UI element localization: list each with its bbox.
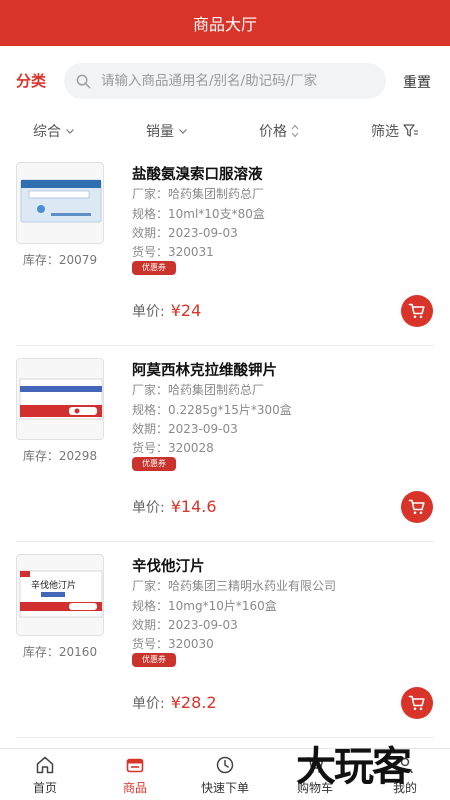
- tab-home[interactable]: 首页: [0, 749, 90, 800]
- sort-composite[interactable]: 综合: [33, 121, 75, 141]
- sort-composite-label: 综合: [33, 124, 61, 140]
- product-stock: 库存：20160: [22, 645, 98, 659]
- search-box[interactable]: [64, 63, 386, 99]
- page-header: 商品大厅: [0, 0, 450, 46]
- product-price: ¥28.2: [170, 693, 217, 712]
- page-title: 商品大厅: [192, 15, 257, 34]
- product-price: ¥14.6: [170, 497, 217, 516]
- product-price: ¥24: [170, 301, 202, 320]
- category-button[interactable]: 分类: [16, 70, 46, 91]
- product-expiry: 效期：2023-09-03: [132, 226, 238, 240]
- funnel-icon: [403, 124, 418, 137]
- product-name[interactable]: 辛伐他汀片: [132, 555, 205, 576]
- product-spec: 规格：0.2285g*15片*300盒: [132, 403, 292, 417]
- product-image[interactable]: 辛伐他汀片: [16, 554, 104, 636]
- product-name[interactable]: 盐酸氨溴索口服溶液: [132, 163, 263, 184]
- product-name[interactable]: 阿莫西林克拉维酸钾片: [132, 359, 277, 380]
- add-to-cart-button[interactable]: [401, 491, 433, 523]
- sort-sales-label: 销量: [146, 124, 174, 140]
- product-spec: 规格：10mg*10片*160盒: [132, 599, 277, 613]
- package-label: 辛伐他汀片: [31, 579, 76, 591]
- product-spec: 规格：10ml*10支*80盒: [132, 207, 265, 221]
- tab-quick-order-label: 快速下单: [200, 781, 249, 795]
- clock-icon: [216, 756, 234, 774]
- product-expiry: 效期：2023-09-03: [132, 422, 238, 436]
- price-row: 单价: ¥14.6: [132, 497, 217, 517]
- watermark-logo: 大玩客: [296, 743, 412, 790]
- coupon-badge[interactable]: 优惠券: [132, 653, 176, 667]
- product-item[interactable]: 库存：20298 阿莫西林克拉维酸钾片 厂家：哈药集团制药总厂 规格：0.228…: [0, 346, 450, 542]
- sort-price[interactable]: 价格: [259, 121, 299, 141]
- product-image[interactable]: [16, 162, 104, 244]
- product-manufacturer: 厂家：哈药集团制药总厂: [132, 187, 265, 201]
- chevron-down-icon: [66, 129, 74, 134]
- search-row: 分类 重置: [0, 60, 450, 100]
- price-row: 单价: ¥24: [132, 301, 201, 321]
- coupon-badge[interactable]: 优惠券: [132, 457, 176, 471]
- product-box-icon: [126, 758, 144, 773]
- price-label: 单价:: [132, 500, 165, 516]
- tab-home-label: 首页: [32, 781, 57, 795]
- price-label: 单价:: [132, 696, 165, 712]
- product-manufacturer: 厂家：哈药集团三精明水药业有限公司: [132, 579, 337, 593]
- tab-products-label: 商品: [122, 781, 147, 795]
- reset-button[interactable]: 重置: [403, 72, 431, 92]
- cart-icon: [408, 499, 425, 515]
- product-sku: 货号：320028: [132, 441, 214, 455]
- product-manufacturer: 厂家：哈药集团制药总厂: [132, 383, 265, 397]
- product-image[interactable]: [16, 358, 104, 440]
- product-item[interactable]: 库存：20079 盐酸氨溴索口服溶液 厂家：哈药集团制药总厂 规格：10ml*1…: [0, 150, 450, 346]
- product-expiry: 效期：2023-09-03: [132, 618, 238, 632]
- cart-icon: [408, 303, 425, 319]
- tab-products[interactable]: 商品: [90, 749, 180, 800]
- filter-button[interactable]: 筛选: [371, 121, 419, 141]
- product-stock: 库存：20079: [22, 253, 98, 267]
- sort-price-label: 价格: [259, 124, 287, 140]
- cart-icon: [408, 695, 425, 711]
- product-stock: 库存：20298: [22, 449, 98, 463]
- home-icon: [36, 756, 54, 774]
- add-to-cart-button[interactable]: [401, 687, 433, 719]
- search-icon: [76, 74, 91, 88]
- search-input[interactable]: [101, 73, 371, 89]
- add-to-cart-button[interactable]: [401, 295, 433, 327]
- product-sku: 货号：320030: [132, 637, 214, 651]
- filter-label: 筛选: [371, 124, 399, 140]
- tab-quick-order[interactable]: 快速下单: [180, 749, 270, 800]
- sort-sales[interactable]: 销量: [146, 121, 188, 141]
- sort-updown-icon: [291, 124, 299, 138]
- product-sku: 货号：320031: [132, 245, 214, 259]
- price-label: 单价:: [132, 304, 165, 320]
- chevron-down-icon: [179, 129, 187, 134]
- sort-filter-bar: 综合 销量 价格 筛选: [0, 118, 450, 144]
- coupon-badge[interactable]: 优惠券: [132, 261, 176, 275]
- price-row: 单价: ¥28.2: [132, 693, 217, 713]
- product-item[interactable]: 辛伐他汀片 库存：20160 辛伐他汀片 厂家：哈药集团三精明水药业有限公司 规…: [0, 542, 450, 738]
